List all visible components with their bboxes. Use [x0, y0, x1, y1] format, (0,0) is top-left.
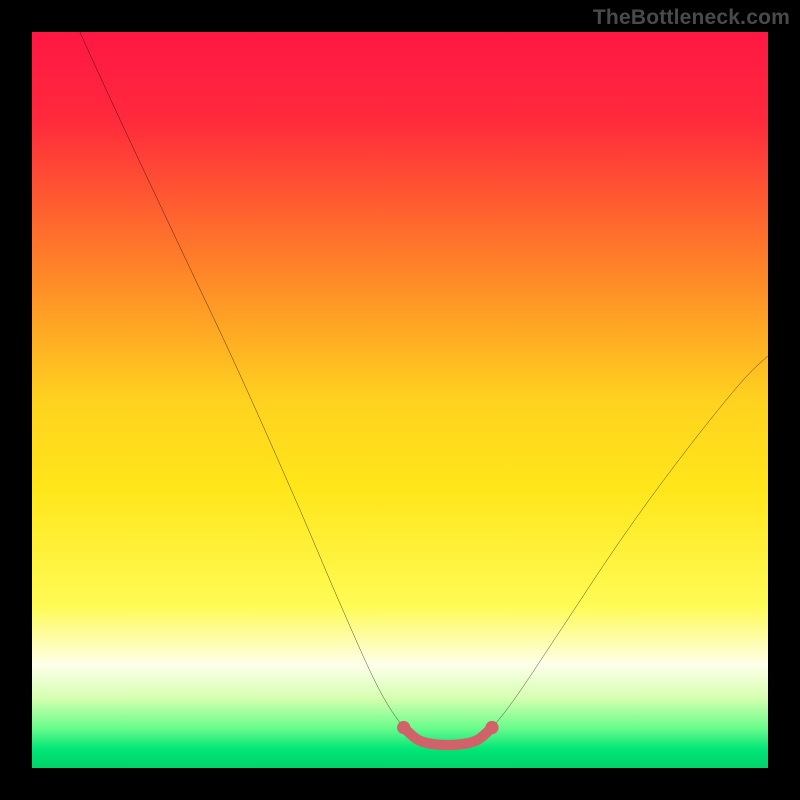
chart-frame: TheBottleneck.com	[0, 0, 800, 800]
optimal-range-start-marker	[397, 721, 410, 734]
plot-area	[32, 32, 768, 768]
optimal-range-end-marker	[485, 721, 498, 734]
chart-svg	[32, 32, 768, 768]
gradient-background	[32, 32, 768, 768]
watermark-text: TheBottleneck.com	[593, 6, 790, 30]
